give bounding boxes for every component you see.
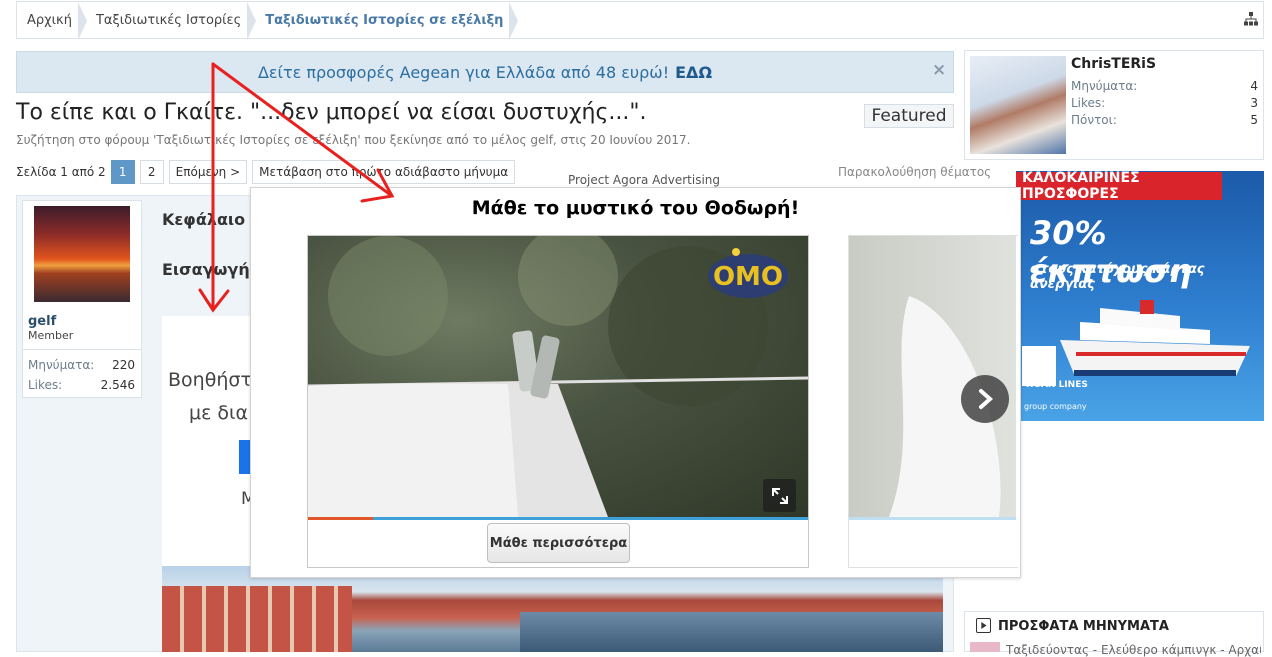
likes-count: 2.546 [100,378,135,392]
breadcrumb-travel-stories[interactable]: Ταξιδιωτικές Ιστορίες [86,2,257,40]
next-video-progress [849,517,1016,520]
goto-unread-button[interactable]: Μετάβαση στο πρώτο αδιάβαστο μήνυμα [252,160,516,184]
embedded-ad-line1: Βοηθήστ [168,369,252,391]
sidebar-ad-banner: ΚΑΛΟΚΑΙΡΙΝΕΣ ΠΡΟΣΦΟΡΕΣ [1016,170,1222,202]
sidebar-messages-label: Μηνύματα: [1071,79,1138,93]
carousel-next-button[interactable] [961,375,1009,423]
omo-brand-text: OMO [713,262,783,292]
post-photo-harbor [520,612,943,652]
recent-item-link[interactable]: Ταξιδεύοντας - Ελεύθερο κάμπινγκ - Αρχαί… [1006,643,1261,657]
post-heading-intro: Εισαγωγή [162,260,250,279]
avatar[interactable] [34,206,130,302]
notice-text: Δείτε προσφορές Aegean για Ελλάδα από 48… [257,62,670,82]
chevron-right-icon [979,389,994,409]
video-progress-played [308,517,373,520]
embedded-ad-line2: με δια [189,402,248,424]
post-user-role: Member [28,329,74,342]
overlay-ad-label: Project Agora Advertising [568,173,721,187]
messages-label: Μηνύματα: [28,358,95,372]
notice-close-button[interactable]: × [932,60,946,80]
page-2-button[interactable]: 2 [139,160,164,184]
page-title: Το είπε και ο Γκαίτε. "...δεν μπορεί να … [16,100,647,125]
breadcrumb-current[interactable]: Ταξιδιωτικές Ιστορίες σε εξέλιξη [255,2,519,40]
sidebar-ad-brand: NOAN LINES [1026,380,1088,390]
ship-image [1060,300,1250,376]
post-heading-chapter: Κεφάλαιο [162,210,246,229]
sidebar-avatar[interactable] [970,56,1066,154]
watch-thread-link[interactable]: Παρακολούθηση θέματος [838,165,991,179]
sitemap-icon[interactable] [1244,12,1258,26]
notice-link[interactable]: ΕΔΩ [675,63,712,82]
page-counter: Σελίδα 1 από 2 [16,165,106,179]
featured-badge: Featured [864,104,954,128]
breadcrumb-home[interactable]: Αρχική [17,2,87,40]
video-progress-bar[interactable] [308,517,808,520]
sidebar-messages-count: 4 [1250,79,1258,93]
messages-count: 220 [112,358,135,372]
pagination: Σελίδα 1 από 2 1 2 Επόμενη > Μετάβαση στ… [16,160,516,184]
sidebar-likes-count: 3 [1250,96,1258,110]
post-username[interactable]: gelf [28,314,56,329]
fullscreen-button[interactable] [763,479,796,512]
sidebar-likes-label: Likes: [1071,96,1106,110]
divider [22,349,142,350]
recent-item-thumbnail [970,642,1000,652]
play-icon [976,618,991,633]
sidebar-ad-subtext: στους κατόχους κάρτας ανεργίας [1030,262,1205,292]
thread-meta: Συζήτηση στο φόρουμ 'Ταξιδιωτικές Ιστορί… [16,133,691,147]
sidebar-points-count: 5 [1250,113,1258,127]
likes-label: Likes: [28,378,63,392]
omo-logo: OMO [708,248,788,298]
overlay-ad-title: Μάθε το μυστικό του Θοδωρή! [471,197,800,219]
post-photo-building [162,586,352,652]
learn-more-button[interactable]: Μάθε περισσότερα [487,523,630,563]
sidebar-points-label: Πόντοι: [1071,113,1117,127]
sidebar-ad-group: group company [1024,402,1087,411]
sidebar-username[interactable]: ChrisTERiS [1071,56,1156,72]
page-1-button[interactable]: 1 [110,160,135,184]
expand-icon [771,487,788,504]
promo-notice: Δείτε προσφορές Aegean για Ελλάδα από 48… [16,51,954,93]
next-page-button[interactable]: Επόμενη > [168,160,248,184]
breadcrumb: Αρχική Ταξιδιωτικές Ιστορίες Ταξιδιωτικέ… [16,1,1264,40]
recent-messages-title: ΠΡΟΣΦΑΤΑ ΜΗΝΥΜΑΤΑ [998,619,1169,634]
